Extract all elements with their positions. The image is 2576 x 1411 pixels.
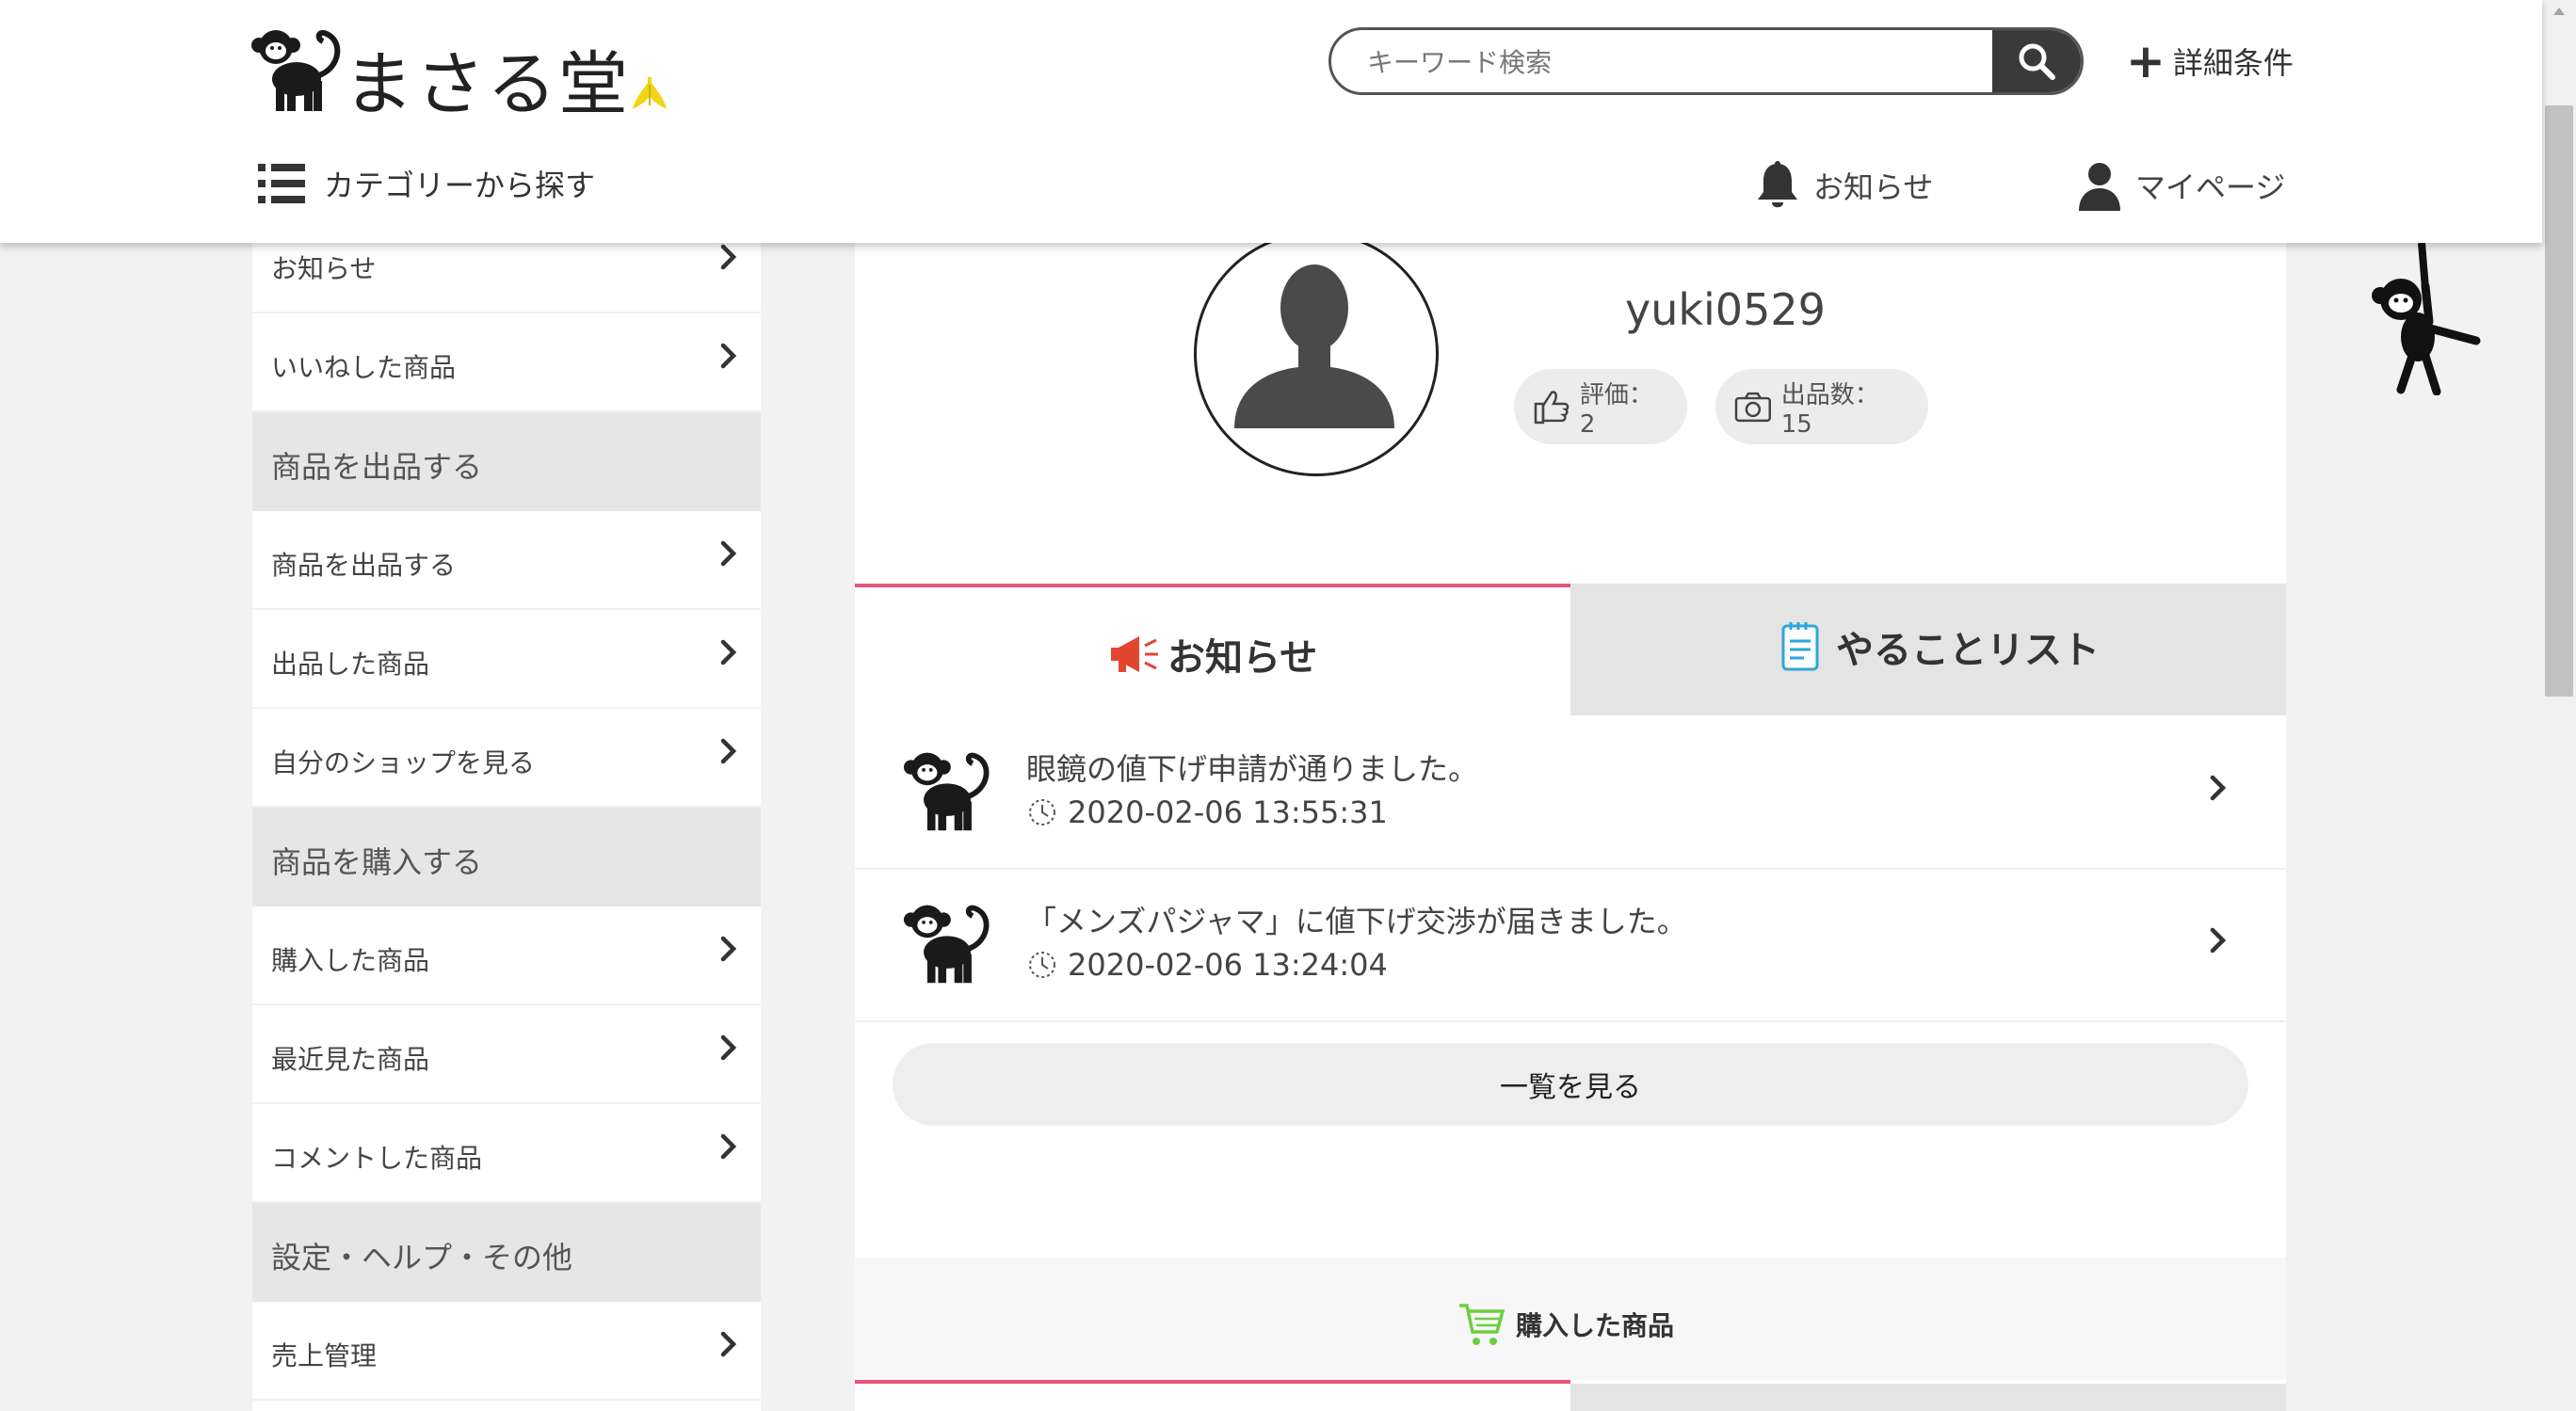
sidebar-item[interactable]: いいねした商品 [252, 313, 761, 412]
scrollbar-thumb[interactable] [2545, 105, 2573, 697]
sidebar-item-label: 最近見た商品 [271, 1044, 430, 1075]
tab-todo[interactable]: やることリスト [1570, 584, 2286, 715]
tab-notices[interactable]: お知らせ [855, 584, 1570, 715]
list-icon [258, 164, 305, 203]
sidebar-item-label: 出品した商品 [271, 649, 430, 680]
thumbs-up-icon [1534, 391, 1570, 425]
cart-icon [1459, 1304, 1505, 1345]
notice-time-text: 2020-02-06 13:55:31 [1068, 794, 1388, 830]
listings-badge[interactable]: 出品数：15 [1715, 369, 1928, 444]
notepad-icon [1781, 622, 1819, 671]
search-icon [2019, 43, 2055, 80]
clock-icon [1029, 952, 1055, 978]
sidebar-section-header: 設定・ヘルプ・その他 [252, 1203, 761, 1302]
sidebar-item-label: 売上管理 [271, 1340, 378, 1371]
purchased-tab-right[interactable] [1570, 1384, 2286, 1411]
mypage-link[interactable]: マイページ [2077, 160, 2285, 211]
sidebar-item[interactable]: 売上管理 [252, 1302, 761, 1401]
sidebar-item-label: 商品を出品する [271, 550, 457, 581]
username: yuki0529 [1625, 284, 1826, 335]
sidebar-item-label: コメントした商品 [271, 1143, 483, 1174]
sidebar-item-label: 自分のショップを見る [271, 747, 536, 778]
chevron-right-icon [720, 639, 737, 665]
plus-icon: + [2126, 34, 2165, 88]
chevron-right-icon [720, 1331, 737, 1357]
megaphone-icon [1111, 636, 1158, 672]
advanced-search-label: 詳細条件 [2172, 45, 2294, 81]
sidebar-item[interactable]: 出品した商品 [252, 610, 761, 709]
site-header: まさる堂 + 詳細条件 カテゴリーから探す お知らせ [0, 0, 2542, 243]
logo-text[interactable]: まさる堂 [344, 28, 630, 129]
rating-label: 評価：2 [1579, 380, 1653, 439]
chevron-right-icon [720, 936, 737, 962]
sidebar-item-label: いいねした商品 [271, 352, 457, 383]
banana-icon [633, 77, 667, 109]
advanced-search-link[interactable]: + 詳細条件 [2126, 34, 2294, 88]
monkey-avatar-icon [903, 752, 990, 831]
monkey-logo-icon[interactable] [250, 26, 344, 113]
chevron-right-icon [720, 1034, 737, 1061]
sidebar-item[interactable]: コメントした商品 [252, 1104, 761, 1203]
sidebar-item[interactable]: お知らせ [252, 243, 761, 313]
tab-notices-label: お知らせ [1167, 636, 1318, 680]
sidebar-section-label: 商品を購入する [271, 844, 483, 880]
notice-chevron-icon [2210, 775, 2227, 801]
notice-item[interactable]: 眼鏡の値下げ申請が通りました。 2020-02-06 13:55:31 [855, 715, 2286, 870]
main-content: yuki0529 評価：2 出品数：15 お知らせ やることリスト 眼鏡の値下げ… [855, 243, 2286, 1411]
purchased-tab-left[interactable] [855, 1380, 1570, 1411]
chevron-right-icon [720, 1133, 737, 1160]
category-nav[interactable]: カテゴリーから探す [256, 162, 595, 205]
profile-avatar[interactable] [1194, 243, 1439, 476]
sidebar-item[interactable]: 最近見た商品 [252, 1005, 761, 1104]
purchased-section-header[interactable]: 購入した商品 [855, 1258, 2286, 1380]
scroll-up-arrow-icon[interactable] [2552, 6, 2567, 17]
user-icon [2079, 163, 2120, 211]
purchased-section-label: 購入した商品 [1516, 1310, 1675, 1341]
notifications-link[interactable]: お知らせ [1755, 160, 1933, 211]
page-scrollbar[interactable] [2542, 0, 2576, 1411]
chevron-right-icon [720, 738, 737, 764]
sidebar-item-label: お知らせ [271, 253, 377, 284]
notice-timestamp: 2020-02-06 13:24:04 [1026, 947, 1388, 983]
hanging-monkey-icon [2372, 243, 2481, 395]
see-all-label: 一覧を見る [1500, 1071, 1641, 1104]
mypage-label: マイページ [2135, 169, 2286, 205]
category-nav-label: カテゴリーから探す [324, 168, 596, 203]
notice-item[interactable]: 「メンズパジャマ」に値下げ交渉が届きました。 2020-02-06 13:24:0… [855, 868, 2286, 1022]
camera-icon [1734, 392, 1772, 423]
tab-todo-label: やることリスト [1836, 629, 2100, 672]
see-all-button[interactable]: 一覧を見る [893, 1043, 2248, 1126]
search-box [1328, 27, 2084, 95]
notice-time-text: 2020-02-06 13:24:04 [1068, 947, 1388, 983]
rating-badge[interactable]: 評価：2 [1514, 369, 1687, 444]
sidebar-item[interactable]: 商品を出品する [252, 511, 761, 610]
sidebar-section-label: 商品を出品する [271, 449, 483, 485]
notice-message: 「メンズパジャマ」に値下げ交渉が届きました。 [1026, 904, 1687, 939]
notifications-label: お知らせ [1813, 169, 1934, 205]
sidebar-item[interactable]: 自分のショップを見る [252, 709, 761, 808]
notice-chevron-icon [2210, 927, 2227, 954]
chevron-right-icon [720, 244, 737, 270]
sidebar-item-label: 購入した商品 [271, 945, 430, 976]
chevron-right-icon [720, 343, 737, 369]
clock-icon [1029, 799, 1055, 826]
search-button[interactable] [1992, 30, 2081, 92]
notice-message: 眼鏡の値下げ申請が通りました。 [1026, 751, 1479, 787]
sidebar-section-header: 商品を購入する [252, 808, 761, 906]
avatar-silhouette-icon [1234, 265, 1394, 428]
notice-timestamp: 2020-02-06 13:55:31 [1026, 794, 1388, 830]
sidebar-section-header: 商品を出品する [252, 412, 761, 511]
search-input[interactable] [1331, 30, 2028, 92]
chevron-right-icon [720, 540, 737, 567]
sidebar-section-label: 設定・ヘルプ・その他 [271, 1240, 573, 1275]
sidebar-item[interactable]: 購入した商品 [252, 906, 761, 1005]
monkey-avatar-icon [903, 905, 990, 984]
sidebar: お知らせ いいねした商品 商品を出品する 商品を出品する 出品した商品 自分のショップを見… [252, 243, 761, 1411]
listings-label: 出品数：15 [1780, 380, 1879, 439]
bell-icon [1758, 161, 1797, 208]
